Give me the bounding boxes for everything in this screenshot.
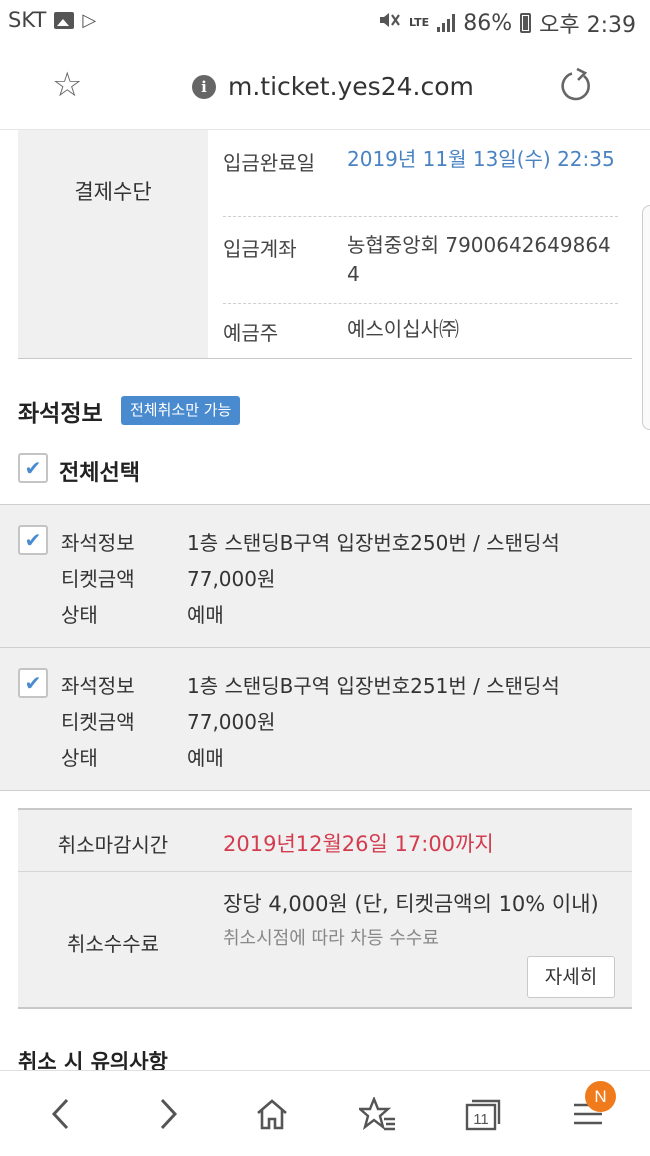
- cancel-deadline-label: 취소마감시간: [57, 833, 169, 857]
- address-field[interactable]: i m.ticket.yes24.com: [192, 72, 474, 101]
- seat-checkbox[interactable]: ✔: [18, 525, 48, 555]
- check-icon: ✔: [24, 528, 42, 552]
- forward-button[interactable]: [140, 1089, 194, 1139]
- seat-label: 좌석정보: [61, 531, 135, 555]
- price-label: 티켓금액: [61, 567, 135, 591]
- check-icon: ✔: [24, 456, 42, 480]
- cancel-fee-value: 장당 4,000원 (단, 티켓금액의 10% 이내): [223, 892, 599, 916]
- status-label: 상태: [61, 603, 98, 627]
- reload-icon[interactable]: [558, 67, 594, 110]
- price-label: 티켓금액: [61, 710, 135, 734]
- home-button[interactable]: [245, 1089, 299, 1139]
- image-notification-icon: [54, 11, 75, 29]
- browser-bottom-nav: 11 N: [0, 1070, 650, 1156]
- new-notification-badge: N: [585, 1081, 616, 1112]
- payment-row-holder: 예금주 예스이십사㈜: [223, 304, 618, 358]
- seat-checkbox[interactable]: ✔: [18, 668, 48, 698]
- deposit-date-value: 2019년 11월 13일(수) 22:35: [347, 147, 615, 171]
- seat-value: 1층 스탠딩B구역 입장번호251번 / 스탠딩석: [187, 674, 560, 698]
- check-icon: ✔: [24, 671, 42, 695]
- status-label: 상태: [61, 746, 98, 770]
- seat-item: ✔ 좌석정보 1층 스탠딩B구역 입장번호251번 / 스탠딩석 티켓금액 77…: [0, 648, 650, 791]
- holder-value: 예스이십사㈜: [347, 317, 459, 341]
- play-store-icon: ▷: [82, 9, 97, 31]
- payment-row-deposit-date: 입금완료일 2019년 11월 13일(수) 22:35: [223, 130, 618, 217]
- select-all-label[interactable]: 전체선택: [59, 455, 140, 487]
- cancel-fee-note: 취소시점에 따라 차등 수수료: [223, 928, 439, 949]
- bookmark-list-icon: [359, 1097, 395, 1131]
- divider: [18, 871, 632, 872]
- battery-icon: [520, 13, 532, 33]
- account-label: 입금계좌: [223, 237, 297, 261]
- tabs-button[interactable]: 11: [456, 1089, 510, 1139]
- status-value: 예매: [187, 746, 224, 770]
- cancel-info-table: 취소마감시간 2019년12월26일 17:00까지 취소수수료 장당 4,00…: [18, 808, 632, 1009]
- seat-value: 1층 스탠딩B구역 입장번호250번 / 스탠딩석: [187, 531, 560, 555]
- mute-icon: [377, 9, 401, 37]
- chevron-left-icon: [51, 1098, 69, 1130]
- seat-item: ✔ 좌석정보 1층 스탠딩B구역 입장번호250번 / 스탠딩석 티켓금액 77…: [0, 505, 650, 648]
- cancel-fee-label: 취소수수료: [67, 932, 159, 956]
- price-value: 77,000원: [187, 710, 276, 734]
- payment-method-label: 결제수단: [74, 180, 152, 204]
- cancel-notice-title: 취소 시 유의사항: [18, 1050, 168, 1070]
- seat-label: 좌석정보: [61, 674, 135, 698]
- account-value: 농협중앙회 79006426498644: [347, 233, 611, 286]
- battery-percent: 86%: [463, 10, 513, 36]
- select-all-checkbox[interactable]: ✔: [18, 453, 48, 483]
- tabs-icon: 11: [465, 1099, 501, 1131]
- info-icon[interactable]: i: [192, 74, 216, 99]
- back-button[interactable]: [35, 1089, 89, 1139]
- holder-label: 예금주: [223, 321, 279, 345]
- price-value: 77,000원: [187, 567, 276, 591]
- cancel-all-only-badge: 전체취소만 가능: [121, 396, 241, 425]
- lte-icon: LTE: [408, 16, 430, 29]
- payment-row-account: 입금계좌 농협중앙회 79006426498644: [223, 217, 618, 304]
- payment-info-table: 결제수단 입금완료일 2019년 11월 13일(수) 22:35 입금계좌 농…: [18, 130, 632, 359]
- tab-count: 11: [473, 1111, 489, 1128]
- bookmark-star-icon[interactable]: ☆: [52, 68, 82, 102]
- status-bar: SKT ▷ LTE 86% 오후 2:39: [0, 0, 650, 44]
- payment-method-header: 결제수단: [18, 130, 208, 358]
- seat-list: ✔ 좌석정보 1층 스탠딩B구역 입장번호250번 / 스탠딩석 티켓금액 77…: [0, 504, 650, 791]
- home-icon: [257, 1099, 287, 1130]
- deposit-date-label: 입금완료일: [223, 151, 315, 175]
- page-scroll-handle[interactable]: [642, 205, 650, 430]
- chevron-right-icon: [160, 1098, 178, 1130]
- clock: 오후 2:39: [539, 13, 636, 38]
- cancel-deadline-value: 2019년12월26일 17:00까지: [223, 832, 494, 856]
- detail-button[interactable]: 자세히: [527, 956, 615, 998]
- seat-info-title: 좌석정보: [18, 401, 103, 427]
- status-value: 예매: [187, 603, 224, 627]
- url-text[interactable]: m.ticket.yes24.com: [228, 72, 474, 101]
- signal-icon: [437, 14, 456, 32]
- browser-url-bar: ☆ i m.ticket.yes24.com: [0, 44, 650, 130]
- bookmarks-button[interactable]: [351, 1089, 405, 1139]
- carrier-label: SKT: [8, 8, 47, 32]
